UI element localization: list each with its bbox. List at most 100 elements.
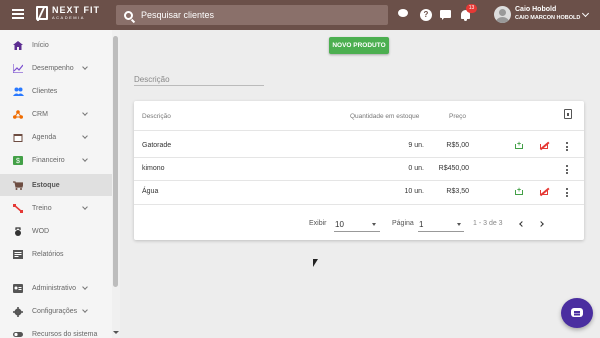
sidebar-item-label: WOD (32, 227, 50, 235)
sidebar-scroll-thumb[interactable] (113, 36, 118, 287)
chat-icon[interactable] (398, 9, 410, 21)
chevron-down-icon (82, 133, 88, 139)
gear-icon (13, 306, 23, 317)
sidebar-item-crm[interactable]: CRM (0, 104, 112, 124)
search-box[interactable] (116, 5, 388, 25)
page-label: Página (392, 220, 414, 227)
more-options-icon[interactable] (566, 165, 568, 174)
new-product-button[interactable]: NOVO PRODUTO (329, 37, 389, 54)
kettlebell-icon (13, 226, 23, 236)
search-input[interactable] (141, 10, 381, 20)
cart-icon (13, 180, 24, 190)
logo-mark-icon (36, 6, 48, 20)
crm-icon (13, 109, 23, 119)
filter-underline (134, 85, 264, 86)
chevron-down-icon (82, 156, 88, 162)
sidebar-item-label: Recursos do sistema (32, 330, 98, 338)
sidebar-item-treino[interactable]: Treino (0, 198, 112, 218)
people-icon (13, 87, 24, 96)
sidebar-item-financeiro[interactable]: $ Financeiro (0, 150, 112, 170)
chevron-down-icon (82, 110, 88, 116)
chevron-down-icon (82, 307, 88, 313)
remove-stock-icon[interactable] (539, 141, 550, 151)
sidebar-item-label: Administrativo (32, 284, 76, 292)
chevron-down-icon (82, 204, 88, 210)
page-range: 1 - 3 de 3 (473, 220, 503, 227)
search-icon (124, 10, 133, 20)
export-icon[interactable] (564, 109, 572, 119)
calendar-icon (13, 133, 23, 142)
product-description: kimono (142, 165, 165, 172)
chevron-down-icon[interactable] (457, 223, 461, 226)
sidebar-item-wod[interactable]: WOD (0, 221, 112, 241)
divider (134, 157, 584, 158)
sidebar-item-label: CRM (32, 110, 48, 118)
admin-icon (13, 283, 23, 293)
sidebar-item-recursos[interactable]: Recursos do sistema (0, 324, 112, 338)
home-icon (13, 40, 23, 50)
divider (134, 204, 584, 205)
menu-icon[interactable] (12, 9, 24, 19)
logo-name: NEXT FIT (52, 5, 100, 15)
sidebar: Início Desempenho Clientes CRM Agenda $ … (0, 30, 112, 338)
logo[interactable]: NEXT FIT ACADEMIA (36, 6, 100, 20)
logo-subtitle: ACADEMIA (52, 15, 85, 20)
dumbbell-icon (13, 203, 23, 213)
sidebar-item-inicio[interactable]: Início (0, 35, 112, 55)
toggle-icon (13, 330, 23, 338)
page-select[interactable]: 1 (419, 220, 423, 229)
sidebar-item-relatorios[interactable]: Relatórios (0, 244, 112, 264)
select-underline (418, 231, 464, 232)
scroll-down-arrow-icon[interactable] (113, 331, 119, 334)
add-stock-icon[interactable]: + (515, 141, 524, 151)
product-price: R$5,00 (446, 142, 469, 149)
sidebar-item-label: Início (32, 41, 49, 49)
sidebar-item-label: Treino (32, 204, 52, 212)
chevron-down-icon (82, 284, 88, 290)
chat-bubble-icon (571, 308, 583, 317)
chevron-down-icon[interactable] (372, 223, 376, 226)
rows-per-page-label: Exibir (309, 220, 327, 227)
product-price: R$3,50 (446, 188, 469, 195)
sidebar-item-clientes[interactable]: Clientes (0, 81, 112, 101)
sidebar-item-estoque[interactable]: Estoque (0, 174, 112, 196)
message-icon[interactable] (440, 9, 452, 21)
more-options-icon[interactable] (566, 142, 568, 151)
report-icon (13, 249, 23, 259)
money-icon: $ (13, 155, 23, 165)
notification-badge: 13 (466, 4, 477, 13)
sidebar-item-configuracoes[interactable]: Configurações (0, 301, 112, 321)
column-header-description[interactable]: Descrição (142, 113, 171, 120)
sidebar-item-label: Relatórios (32, 250, 64, 258)
product-description: Gatorade (142, 142, 172, 149)
product-description: Água (142, 188, 159, 195)
user-subtitle: CAIO MARCON HOBOLD (515, 15, 581, 21)
sidebar-item-label: Clientes (32, 87, 58, 95)
previous-page-icon[interactable] (519, 221, 525, 227)
sidebar-item-label: Configurações (32, 307, 78, 315)
more-options-icon[interactable] (566, 188, 568, 197)
mouse-cursor-icon (313, 259, 318, 267)
column-header-quantity[interactable]: Quantidade em estoque (350, 113, 419, 120)
sidebar-item-desempenho[interactable]: Desempenho (0, 58, 112, 78)
user-name[interactable]: Caio Hobold (515, 6, 556, 13)
avatar[interactable] (494, 6, 511, 23)
add-stock-icon[interactable]: + (515, 187, 524, 197)
svg-text:$: $ (16, 158, 20, 165)
rows-per-page-select[interactable]: 10 (335, 220, 344, 229)
chat-support-button[interactable] (561, 298, 593, 328)
chevron-down-icon (82, 64, 88, 70)
sidebar-item-administrativo[interactable]: Administrativo (0, 278, 112, 298)
sidebar-item-agenda[interactable]: Agenda (0, 127, 112, 147)
sidebar-item-label: Financeiro (32, 156, 65, 164)
product-price: R$450,00 (438, 165, 469, 172)
help-icon[interactable]: ? (420, 9, 432, 21)
select-underline (334, 231, 380, 232)
column-header-price[interactable]: Preço (449, 113, 466, 120)
sidebar-item-label: Estoque (32, 181, 60, 189)
divider (134, 180, 584, 181)
sidebar-item-label: Desempenho (32, 64, 74, 72)
description-filter-input[interactable]: Descrição (134, 75, 170, 84)
next-page-icon[interactable] (538, 221, 544, 227)
remove-stock-icon[interactable] (539, 187, 550, 197)
